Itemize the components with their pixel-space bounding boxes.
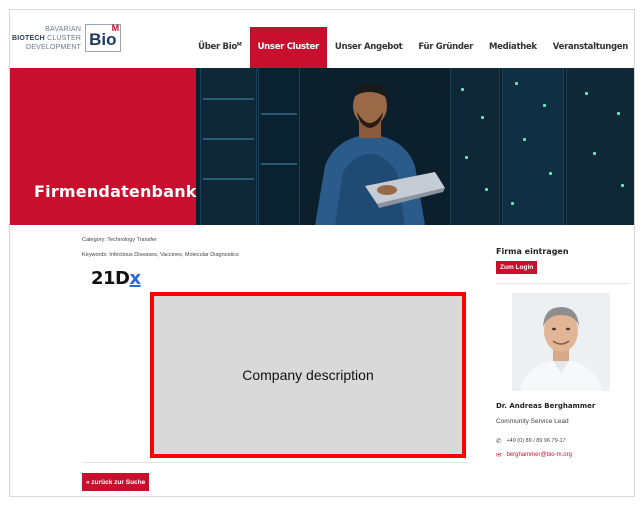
logo-line-2: BIOTECH CLUSTER: [12, 34, 82, 42]
sidebar-title: Firma eintragen: [496, 247, 569, 256]
person-with-laptop-image: [315, 83, 445, 225]
nav-item-fuer-gruender[interactable]: Für Gründer: [410, 27, 481, 68]
main-nav: Über Bio M Unser Cluster Unser Angebot Fü…: [190, 27, 634, 68]
hero-red-panel: [10, 68, 196, 225]
mail-icon: ✉: [496, 452, 502, 459]
phone-icon: ✆: [496, 438, 502, 445]
nav-item-unser-angebot[interactable]: Unser Angebot: [327, 27, 411, 68]
nav-item-ueber-biom[interactable]: Über Bio M: [190, 27, 249, 68]
nav-item-unser-cluster[interactable]: Unser Cluster: [249, 27, 327, 68]
nav-item-veranstaltungen[interactable]: Veranstaltungen: [545, 27, 634, 68]
hero-banner: Firmendatenbank: [10, 68, 634, 225]
content-divider: [82, 462, 468, 463]
company-logo: 21Dx: [91, 268, 141, 289]
server-rack: [450, 68, 500, 225]
logo-line-1: BAVARIAN: [45, 25, 82, 33]
page-frame: BAVARIAN BIOTECH CLUSTER DEVELOPMENT Bio…: [9, 9, 635, 497]
login-button[interactable]: Zum Login: [496, 261, 538, 274]
logo-line-3: DEVELOPMENT: [26, 43, 82, 51]
server-rack: [566, 68, 634, 225]
company-description-placeholder: Company description: [150, 292, 466, 458]
contact-phone: ✆ +49 (0) 89 / 89 96 79-17: [496, 438, 566, 445]
company-keywords: Keywords: Infectious Diseases, Vaccines,…: [82, 252, 239, 258]
back-to-search-button[interactable]: « zurück zur Suche: [82, 473, 150, 491]
sidebar-divider: [496, 283, 630, 284]
site-header: BAVARIAN BIOTECH CLUSTER DEVELOPMENT Bio…: [10, 10, 634, 68]
server-rack: [258, 68, 300, 225]
logo-wordmark: BAVARIAN BIOTECH CLUSTER DEVELOPMENT: [12, 25, 81, 52]
server-rack: [502, 68, 564, 225]
page-title: Firmendatenbank: [34, 182, 197, 201]
contact-name: Dr. Andreas Berghammer: [496, 402, 596, 410]
contact-email-link[interactable]: ✉ berghammer@bio-m.org: [496, 451, 572, 459]
contact-role: Community Service Lead: [496, 418, 569, 425]
contact-photo: [512, 293, 610, 391]
server-rack: [200, 68, 257, 225]
biom-logo[interactable]: BAVARIAN BIOTECH CLUSTER DEVELOPMENT Bio…: [12, 23, 122, 52]
nav-item-mediathek[interactable]: Mediathek: [481, 27, 545, 68]
main-content: Category: Technology Transfer Keywords: …: [10, 225, 634, 496]
company-category: Category: Technology Transfer: [82, 237, 157, 243]
logo-mark: Bio M: [85, 23, 122, 52]
